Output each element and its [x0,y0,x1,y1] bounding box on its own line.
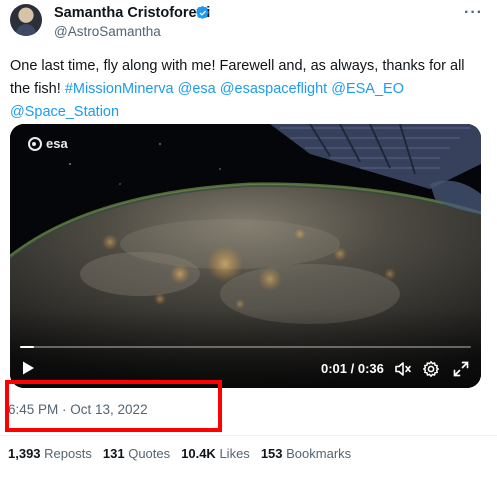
avatar[interactable] [10,4,42,36]
settings-icon[interactable] [422,360,440,378]
stat-number: 1,393 [8,446,41,461]
video-progress-fill [20,346,34,348]
mention-link[interactable]: @esa [178,81,216,97]
stat-number: 131 [102,446,125,461]
hashtag-link[interactable]: #MissionMinerva [65,81,174,97]
stat-label: Bookmarks [286,446,352,461]
video-progress-bar[interactable] [20,346,471,348]
stat-likes[interactable]: 10.4K Likes [181,446,250,461]
video-timecode: 0:01 / 0:36 [321,361,384,376]
stat-reposts[interactable]: 1,393 Reposts [8,446,92,461]
video-player[interactable]: esa 0:01 / 0:36 [10,124,481,388]
mention-link[interactable]: @ESA_EO [331,81,404,97]
mute-icon[interactable] [394,360,412,378]
stat-bookmarks[interactable]: 153 Bookmarks [261,446,351,461]
author-name[interactable]: Samantha Cristoforetti [54,5,210,21]
verified-badge-icon [196,6,209,19]
highlight-box [5,380,222,432]
earth-night-scene [10,124,481,388]
author-handle[interactable]: @AstroSamantha [54,24,161,39]
stat-quotes[interactable]: 131 Quotes [103,446,170,461]
stat-label: Likes [219,446,250,461]
tweet-text: One last time, fly along with me! Farewe… [10,55,485,124]
esa-logo-icon [28,136,42,151]
mention-link[interactable]: @esaspaceflight [220,81,327,97]
esa-watermark: esa [28,136,68,151]
divider [0,435,497,436]
play-icon[interactable] [20,360,36,376]
stat-number: 10.4K [181,446,216,461]
fullscreen-icon[interactable] [452,360,470,378]
mention-link[interactable]: @Space_Station [10,104,119,120]
stat-label: Reposts [44,446,92,461]
more-options-icon[interactable]: ··· [464,4,483,22]
stat-number: 153 [260,446,283,461]
engagement-stats: 1,393 Reposts 131 Quotes 10.4K Likes 153… [8,446,362,461]
tweet: Samantha Cristoforetti @AstroSamantha ··… [0,0,497,478]
esa-watermark-text: esa [46,136,68,151]
stat-label: Quotes [128,446,171,461]
